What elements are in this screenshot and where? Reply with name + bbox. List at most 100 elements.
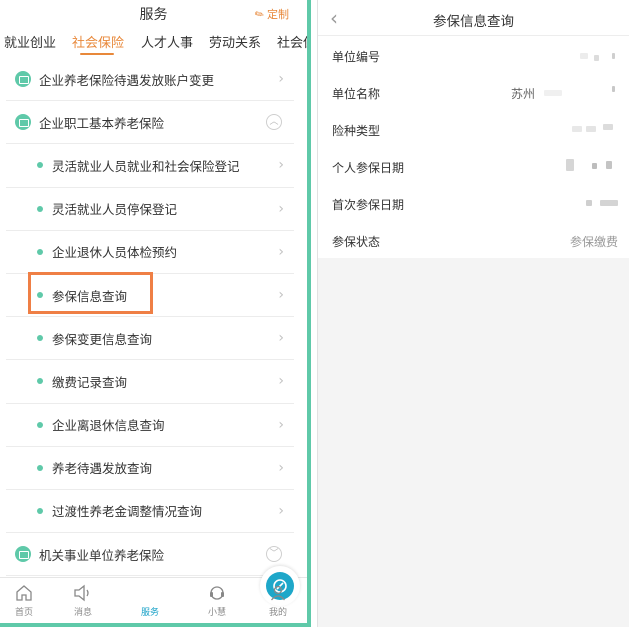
info-key: 险种类型	[332, 124, 381, 138]
customize-label: 定制	[267, 8, 289, 21]
list-item[interactable]: 企业退休人员体检预约 ›	[6, 230, 294, 274]
list-item-label: 企业养老保险待遇发放账户变更	[39, 72, 215, 88]
masked-value	[544, 90, 562, 96]
tab-social-more[interactable]: 社会保	[277, 32, 307, 51]
nav-me[interactable]: 我的	[258, 582, 298, 618]
masked-value	[603, 124, 613, 130]
category-tabs: 就业创业 社会保险 人才人事 劳动关系 社会保	[0, 26, 307, 56]
info-row-first-date: 首次参保日期	[318, 184, 629, 221]
list-item-label: 企业职工基本养老保险	[39, 115, 165, 131]
chevron-right-icon: ›	[278, 157, 284, 174]
info-key: 单位编号	[332, 50, 381, 64]
chevron-right-icon: ›	[278, 416, 284, 433]
list-item[interactable]: 机关事业单位养老保险 ﹀	[6, 533, 294, 577]
list-item-label: 养老待遇发放查询	[52, 461, 153, 477]
chevron-right-icon: ›	[278, 373, 284, 390]
active-tab-indicator	[80, 53, 114, 55]
masked-value	[612, 53, 615, 59]
bullet-icon	[37, 248, 43, 255]
info-list: 单位编号 单位名称 苏州 险种类型 个人参保日期 首次参保日期 参保状态 参保缴…	[318, 36, 629, 258]
expand-icon[interactable]: ﹀	[266, 546, 282, 563]
masked-value	[580, 53, 588, 59]
chevron-right-icon: ›	[278, 330, 284, 347]
category-icon	[15, 71, 31, 88]
list-item-label: 灵活就业人员就业和社会保险登记	[52, 158, 240, 174]
info-key: 首次参保日期	[332, 198, 405, 212]
service-list: 企业养老保险待遇发放账户变更 › 企业职工基本养老保险 ︿ 灵活就业人员就业和社…	[6, 58, 294, 577]
assistant-icon	[197, 582, 237, 604]
list-item[interactable]: 企业养老保险待遇发放账户变更 ›	[6, 58, 294, 102]
masked-value	[592, 163, 597, 169]
nav-messages-label: 消息	[73, 608, 92, 618]
list-item-label: 机关事业单位养老保险	[39, 547, 165, 563]
list-item[interactable]: 缴费记录查询 ›	[6, 360, 294, 404]
customize-button[interactable]: ✎定制	[252, 6, 289, 23]
list-item-label: 参保信息查询	[52, 288, 128, 304]
info-key: 个人参保日期	[332, 161, 405, 175]
masked-value	[594, 55, 599, 61]
list-item[interactable]: 企业离退休信息查询 ›	[6, 403, 294, 447]
tab-talent[interactable]: 人才人事	[141, 32, 193, 51]
tab-social-insurance[interactable]: 社会保险	[72, 32, 124, 51]
masked-value	[600, 200, 618, 206]
category-icon	[15, 114, 31, 131]
list-item-label: 过渡性养老金调整情况查询	[52, 504, 203, 520]
nav-home[interactable]: 首页	[4, 582, 44, 618]
collapse-icon[interactable]: ︿	[266, 114, 282, 131]
bullet-icon	[37, 507, 43, 514]
chevron-right-icon: ›	[278, 200, 284, 217]
info-row-personal-date: 个人参保日期	[318, 147, 629, 184]
masked-value	[612, 86, 615, 92]
list-item-label: 参保变更信息查询	[52, 331, 153, 347]
list-item[interactable]: 灵活就业人员停保登记 ›	[6, 187, 294, 231]
category-icon	[15, 546, 31, 563]
info-key: 参保状态	[332, 235, 381, 249]
speaker-icon	[63, 582, 103, 604]
list-item-label: 缴费记录查询	[52, 374, 128, 390]
tab-labor[interactable]: 劳动关系	[209, 32, 261, 51]
nav-me-label: 我的	[268, 608, 287, 618]
nav-service[interactable]: 服务	[130, 566, 300, 618]
list-item[interactable]: 参保变更信息查询 ›	[6, 317, 294, 361]
list-item-label: 企业退休人员体检预约	[52, 245, 178, 261]
list-item[interactable]: 养老待遇发放查询 ›	[6, 446, 294, 490]
tab-employment[interactable]: 就业创业	[4, 32, 56, 51]
chevron-right-icon: ›	[278, 502, 284, 519]
list-item[interactable]: 企业职工基本养老保险 ︿	[6, 101, 294, 145]
bullet-icon	[37, 162, 43, 169]
nav-service-label: 服务	[140, 608, 159, 618]
list-item[interactable]: 过渡性养老金调整情况查询 ›	[6, 489, 294, 534]
info-key: 单位名称	[332, 87, 381, 101]
masked-value	[586, 200, 592, 206]
bullet-icon	[37, 378, 43, 385]
home-icon	[4, 582, 44, 604]
bullet-icon	[37, 335, 43, 342]
top-bar: 服务 ✎定制	[0, 0, 307, 26]
list-item-label: 灵活就业人员停保登记	[52, 202, 178, 218]
chevron-right-icon: ›	[278, 243, 284, 260]
info-row-status: 参保状态 参保缴费	[318, 221, 629, 258]
info-row-insurance-type: 险种类型	[318, 110, 629, 147]
masked-value	[572, 126, 582, 132]
insurance-info-panel: ‹ 参保信息查询 单位编号 单位名称 苏州 险种类型 个人参保日期 首次参保日期…	[317, 0, 629, 627]
list-item-label: 企业离退休信息查询	[52, 418, 165, 434]
list-item[interactable]: 灵活就业人员就业和社会保险登记 ›	[6, 144, 294, 188]
masked-value	[586, 126, 596, 132]
bottom-nav: 首页 消息 服务 小慧 我的	[0, 566, 307, 623]
info-row-unit-name: 单位名称 苏州	[318, 73, 629, 110]
bullet-icon	[37, 205, 43, 212]
chevron-right-icon: ›	[278, 71, 284, 88]
bullet-icon	[37, 464, 43, 471]
nav-assistant-label: 小慧	[207, 608, 226, 618]
chevron-right-icon: ›	[278, 287, 284, 304]
nav-messages[interactable]: 消息	[63, 582, 103, 618]
info-value: 参保缴费	[570, 235, 619, 249]
header-bar: ‹ 参保信息查询	[318, 0, 629, 36]
masked-value	[566, 159, 574, 171]
page-title: 参保信息查询	[433, 14, 514, 30]
service-panel: 服务 ✎定制 就业创业 社会保险 人才人事 劳动关系 社会保 企业养老保险待遇发…	[0, 0, 311, 627]
nav-assistant[interactable]: 小慧	[197, 582, 237, 618]
list-item-insurance-query[interactable]: 参保信息查询 ›	[6, 273, 294, 318]
info-row-unit-number: 单位编号	[318, 36, 629, 73]
nav-home-label: 首页	[14, 608, 33, 618]
